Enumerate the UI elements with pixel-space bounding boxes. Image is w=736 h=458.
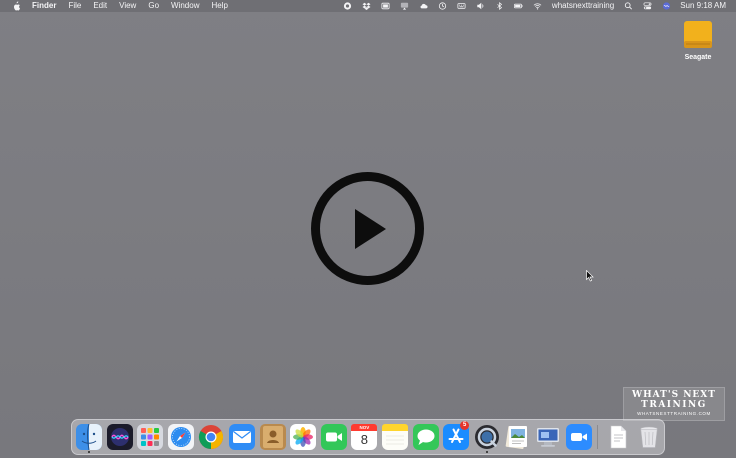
calendar-icon[interactable]: NOV 8: [351, 424, 378, 450]
menu-bar: Finder File Edit View Go Window Help wha…: [0, 0, 736, 12]
dropbox-icon[interactable]: [362, 2, 372, 10]
zoom-icon[interactable]: [565, 424, 592, 450]
menu-view[interactable]: View: [119, 0, 136, 12]
quicktime-icon[interactable]: [474, 424, 500, 450]
control-center-icon[interactable]: [642, 2, 652, 10]
calendar-month: NOV: [359, 425, 370, 430]
quicktime-running-indicator: [485, 451, 488, 453]
launchpad-icon[interactable]: [137, 424, 164, 450]
play-button[interactable]: [310, 171, 425, 286]
wifi-icon[interactable]: [533, 2, 543, 10]
menu-help[interactable]: Help: [211, 0, 227, 12]
calendar-day: 8: [360, 432, 368, 447]
time-machine-icon[interactable]: [438, 2, 448, 10]
siri-icon[interactable]: [661, 2, 671, 10]
app-store-icon[interactable]: 5: [443, 421, 470, 450]
preview-icon[interactable]: [504, 424, 530, 450]
menu-file[interactable]: File: [68, 0, 81, 12]
chrome-icon[interactable]: [198, 424, 224, 450]
watermark-line1: WHAT'S NEXT: [632, 390, 716, 400]
photos-icon[interactable]: [290, 424, 317, 450]
volume-icon[interactable]: [476, 2, 486, 10]
watermark-line3: WHATSNEXTTRAINING.COM: [637, 411, 711, 416]
finder-icon[interactable]: [76, 424, 102, 450]
menu-window[interactable]: Window: [171, 0, 199, 12]
notes-icon[interactable]: [382, 424, 408, 450]
search-icon[interactable]: [623, 2, 633, 10]
facetime-icon[interactable]: [320, 424, 347, 450]
messages-icon[interactable]: [412, 424, 439, 450]
trash-icon[interactable]: [636, 424, 662, 450]
display-icon[interactable]: [381, 2, 391, 10]
keyboard-icon[interactable]: [457, 2, 467, 10]
document-icon[interactable]: [605, 424, 631, 450]
watermark: WHAT'S NEXT TRAINING WHATSNEXTTRAINING.C…: [623, 387, 725, 421]
external-drive-icon: [683, 20, 713, 50]
dock: NOV 8 5: [71, 419, 665, 455]
screen-record-icon[interactable]: [343, 2, 353, 10]
mail-icon[interactable]: [229, 424, 255, 450]
finder-running-indicator: [88, 451, 90, 453]
mouse-cursor-icon: [586, 269, 594, 282]
cast-icon[interactable]: [400, 2, 410, 10]
menu-edit[interactable]: Edit: [93, 0, 107, 12]
dock-separator: [597, 425, 598, 449]
menu-finder[interactable]: Finder: [32, 0, 56, 12]
play-icon: [355, 209, 386, 249]
cloud-icon[interactable]: [419, 2, 429, 10]
menu-go[interactable]: Go: [148, 0, 159, 12]
desktop[interactable]: Finder File Edit View Go Window Help wha…: [0, 0, 736, 458]
watermark-line2: TRAINING: [641, 400, 707, 410]
menu-clock[interactable]: Sun 9:18 AM: [680, 0, 726, 12]
apple-icon[interactable]: [12, 1, 22, 11]
network-name[interactable]: whatsnexttraining: [552, 0, 614, 12]
screen-sharing-icon[interactable]: [535, 424, 561, 450]
contacts-icon[interactable]: [259, 424, 286, 450]
siri-icon[interactable]: [106, 424, 133, 450]
drive-label: Seagate: [684, 54, 712, 61]
battery-icon[interactable]: [514, 2, 524, 10]
safari-icon[interactable]: [167, 424, 194, 450]
bluetooth-icon[interactable]: [495, 2, 505, 10]
seagate-drive[interactable]: Seagate: [674, 20, 722, 61]
